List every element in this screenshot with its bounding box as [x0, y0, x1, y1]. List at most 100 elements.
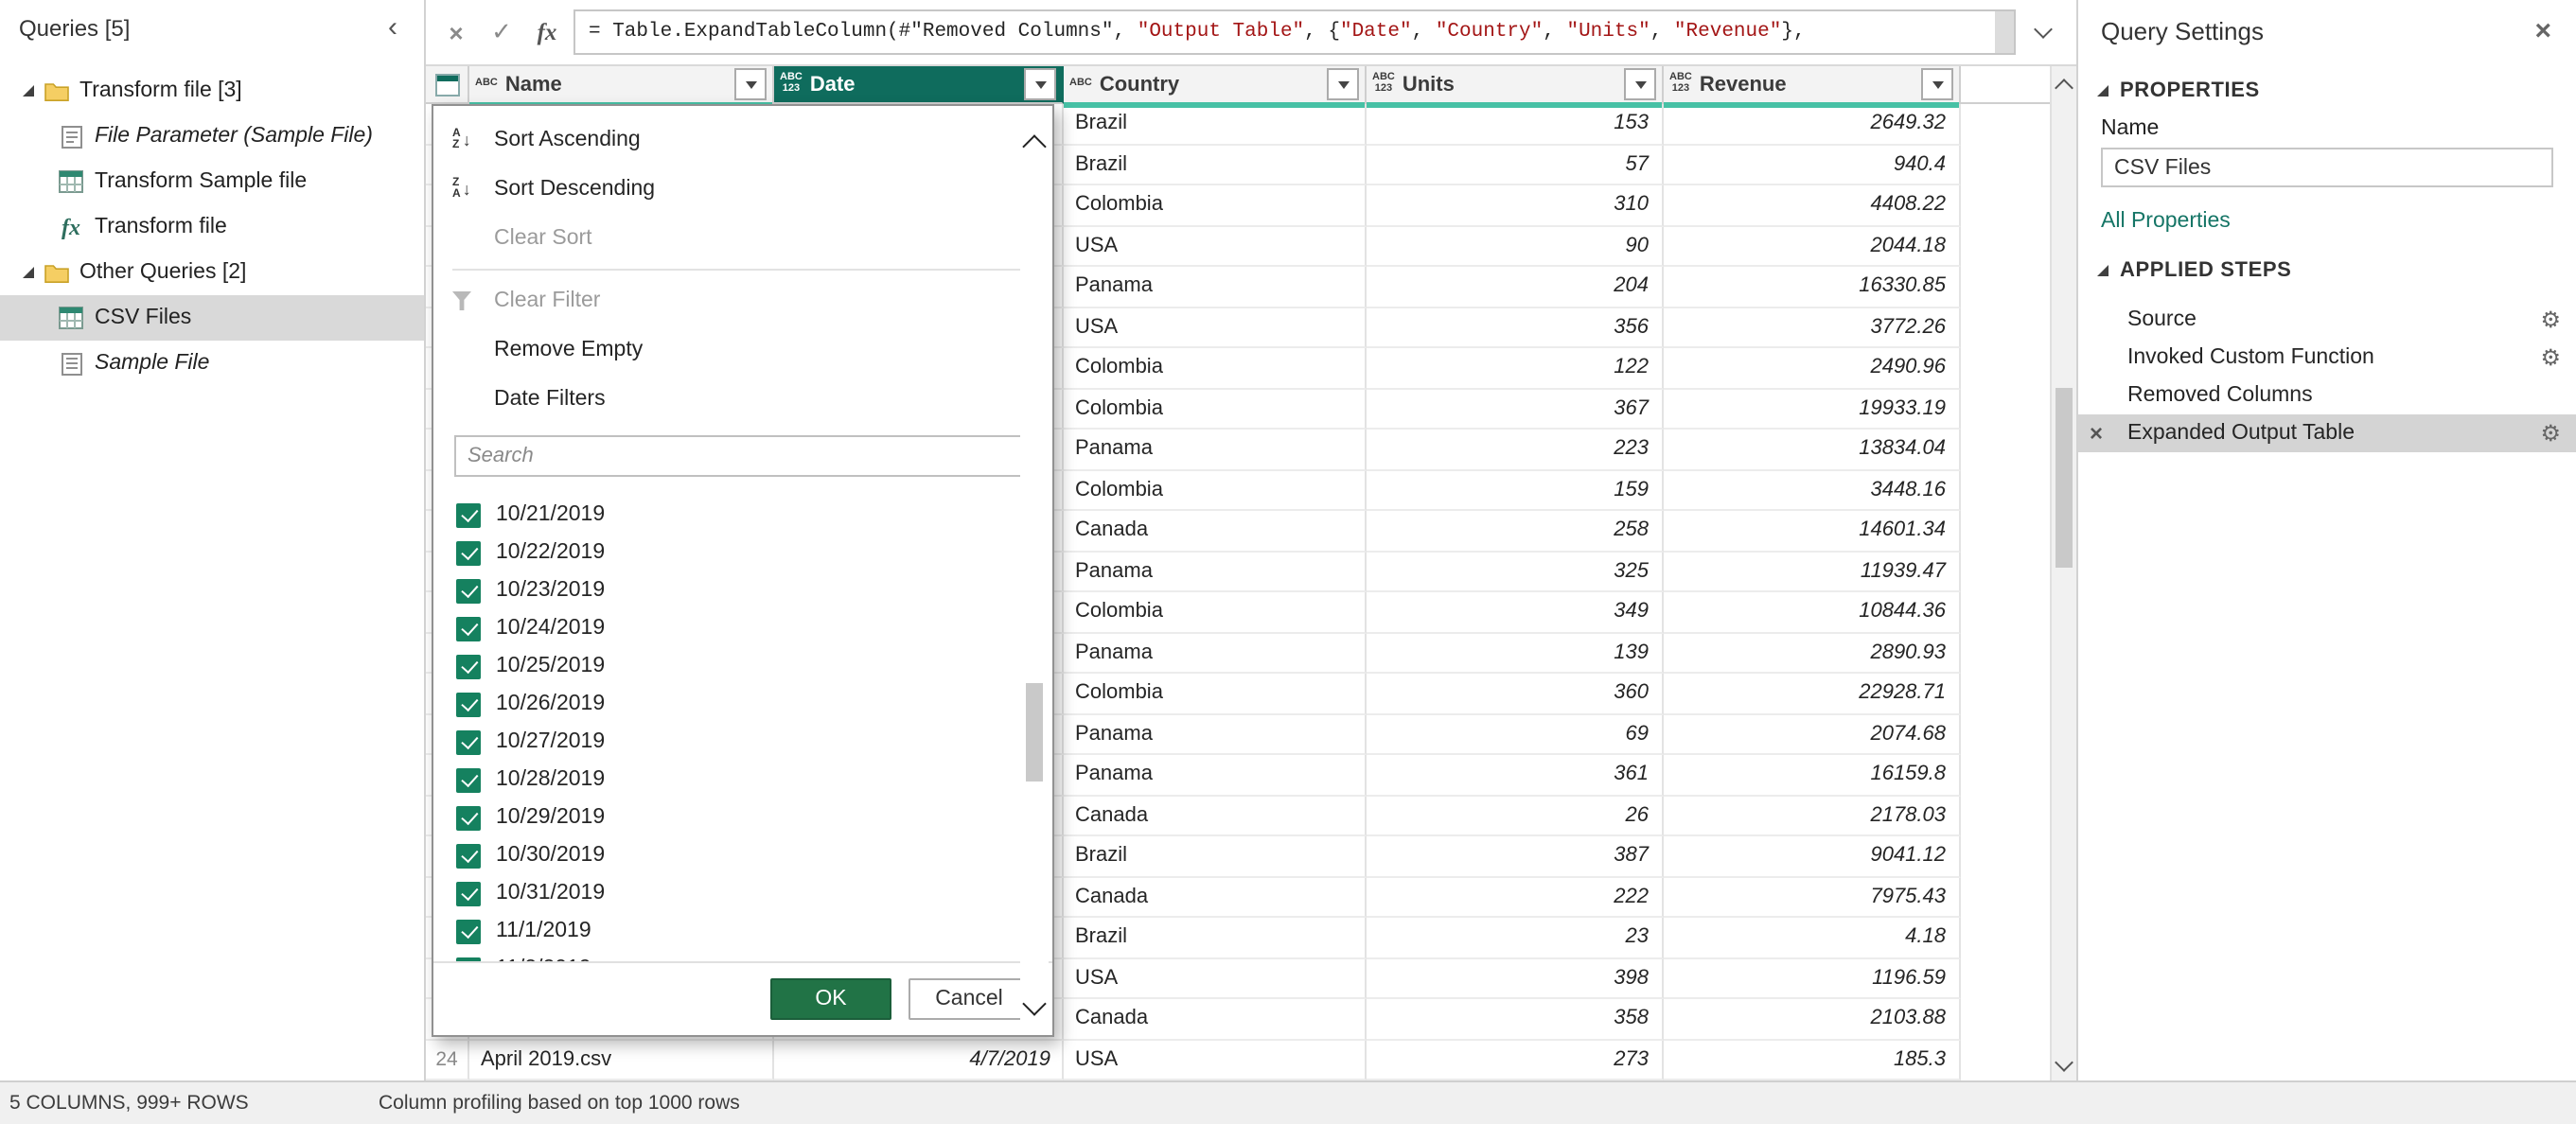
cell-country[interactable]: Colombia [1064, 592, 1367, 633]
step-source[interactable]: Source ⚙ [2078, 301, 2576, 339]
cell-units[interactable]: 360 [1367, 674, 1664, 714]
menu-item-date-filters[interactable]: Date Filters [433, 375, 1052, 424]
cell-country[interactable]: USA [1064, 226, 1367, 267]
tree-folder-transform-file[interactable]: Transform file [3] [0, 68, 424, 114]
checkbox-checked-icon[interactable] [456, 919, 481, 943]
cell-country[interactable]: Panama [1064, 714, 1367, 755]
cell-units[interactable]: 356 [1367, 307, 1664, 348]
properties-section-header[interactable]: PROPERTIES [2078, 53, 2576, 110]
cell-revenue[interactable]: 10844.36 [1664, 592, 1961, 633]
tree-item-csv-files-selected[interactable]: CSV Files [0, 295, 424, 341]
cell-units[interactable]: 349 [1367, 592, 1664, 633]
cell-country[interactable]: Colombia [1064, 470, 1367, 511]
cell-units[interactable]: 223 [1367, 430, 1664, 470]
filter-value-item[interactable]: 10/28/2019 [456, 761, 1052, 799]
filter-value-item[interactable]: 11/1/2019 [456, 912, 1052, 950]
cell-revenue[interactable]: 13834.04 [1664, 430, 1961, 470]
menu-item-sort-descending[interactable]: ZA↓ Sort Descending [433, 165, 1052, 214]
checkbox-checked-icon[interactable] [456, 654, 481, 678]
applied-steps-section-header[interactable]: APPLIED STEPS [2078, 233, 2576, 290]
expanded-arrow-icon[interactable] [23, 267, 34, 278]
cell-country[interactable]: Colombia [1064, 348, 1367, 389]
cell-country[interactable]: Colombia [1064, 674, 1367, 714]
ok-button[interactable]: OK [770, 978, 891, 1020]
grid-vertical-scrollbar[interactable] [2050, 66, 2076, 1082]
cell-country[interactable]: USA [1064, 307, 1367, 348]
cell-name[interactable]: April 2019.csv [469, 1040, 774, 1080]
cell-units[interactable]: 57 [1367, 145, 1664, 185]
cell-revenue[interactable]: 4.18 [1664, 918, 1961, 958]
checkbox-checked-icon[interactable] [456, 616, 481, 641]
cell-revenue[interactable]: 4408.22 [1664, 185, 1961, 226]
cell-country[interactable]: USA [1064, 958, 1367, 999]
cell-revenue[interactable]: 185.3 [1664, 1040, 1961, 1080]
cell-country[interactable]: Brazil [1064, 145, 1367, 185]
menu-item-remove-empty[interactable]: Remove Empty [433, 325, 1052, 375]
cell-country[interactable]: Canada [1064, 796, 1367, 836]
cell-units[interactable]: 159 [1367, 470, 1664, 511]
cell-country[interactable]: USA [1064, 1040, 1367, 1080]
cell-revenue[interactable]: 2490.96 [1664, 348, 1961, 389]
cell-revenue[interactable]: 3772.26 [1664, 307, 1961, 348]
cell-country[interactable]: Brazil [1064, 104, 1367, 145]
checkbox-checked-icon[interactable] [456, 767, 481, 792]
cell-units[interactable]: 139 [1367, 633, 1664, 674]
step-expanded-output-table-selected[interactable]: × Expanded Output Table ⚙ [2078, 414, 2576, 452]
tree-item-transform-sample-file[interactable]: Transform Sample file [0, 159, 424, 204]
cell-units[interactable]: 325 [1367, 552, 1664, 592]
cell-units[interactable]: 310 [1367, 185, 1664, 226]
checkbox-checked-icon[interactable] [456, 843, 481, 868]
cell-country[interactable]: Panama [1064, 755, 1367, 796]
cell-units[interactable]: 90 [1367, 226, 1664, 267]
filter-value-item[interactable]: 10/24/2019 [456, 609, 1052, 647]
gear-icon[interactable]: ⚙ [2540, 422, 2561, 445]
checkbox-checked-icon[interactable] [456, 692, 481, 716]
scroll-down-icon[interactable] [2052, 1050, 2076, 1080]
filter-value-item[interactable]: 10/29/2019 [456, 799, 1052, 836]
step-invoked-custom-function[interactable]: Invoked Custom Function ⚙ [2078, 339, 2576, 377]
cell-units[interactable]: 387 [1367, 836, 1664, 877]
cell-revenue[interactable]: 2890.93 [1664, 633, 1961, 674]
cell-units[interactable]: 358 [1367, 999, 1664, 1040]
scroll-up-icon[interactable] [1020, 125, 1049, 159]
formula-scrollbar[interactable] [1995, 11, 2014, 53]
expanded-arrow-icon[interactable] [23, 85, 34, 97]
filter-dropdown-icon[interactable] [1327, 68, 1359, 100]
tree-item-sample-file[interactable]: Sample File [0, 341, 424, 386]
filter-dropdown-icon[interactable] [734, 68, 767, 100]
fx-icon[interactable]: fx [528, 13, 566, 51]
filter-value-item[interactable]: 10/26/2019 [456, 685, 1052, 723]
cell-units[interactable]: 69 [1367, 714, 1664, 755]
tree-item-file-parameter[interactable]: File Parameter (Sample File) [0, 114, 424, 159]
scrollbar-thumb[interactable] [1026, 682, 1043, 781]
cell-revenue[interactable]: 2103.88 [1664, 999, 1961, 1040]
cell-country[interactable]: Panama [1064, 552, 1367, 592]
all-properties-link[interactable]: All Properties [2078, 187, 2576, 233]
gear-icon[interactable]: ⚙ [2540, 346, 2561, 369]
cell-units[interactable]: 273 [1367, 1040, 1664, 1080]
cell-revenue[interactable]: 940.4 [1664, 145, 1961, 185]
cell-revenue[interactable]: 14601.34 [1664, 511, 1961, 552]
filter-value-item[interactable]: 10/27/2019 [456, 723, 1052, 761]
select-all-corner[interactable] [426, 66, 469, 104]
cell-units[interactable]: 398 [1367, 958, 1664, 999]
filter-value-item[interactable]: 10/31/2019 [456, 874, 1052, 912]
cell-units[interactable]: 122 [1367, 348, 1664, 389]
cell-units[interactable]: 26 [1367, 796, 1664, 836]
checkbox-checked-icon[interactable] [456, 578, 481, 603]
table-row[interactable]: 24 April 2019.csv 4/7/2019 USA 273 185.3 [426, 1040, 2052, 1080]
filter-dropdown-icon[interactable] [1024, 68, 1056, 100]
filter-value-item[interactable]: 10/30/2019 [456, 836, 1052, 874]
cell-revenue[interactable]: 2178.03 [1664, 796, 1961, 836]
delete-step-icon[interactable]: × [2090, 422, 2103, 445]
menu-item-sort-ascending[interactable]: AZ↓ Sort Ascending [433, 115, 1052, 165]
cancel-button[interactable]: Cancel [909, 978, 1030, 1020]
cell-revenue[interactable]: 16159.8 [1664, 755, 1961, 796]
column-header-revenue[interactable]: ABC123 Revenue [1664, 66, 1961, 104]
cell-revenue[interactable]: 1196.59 [1664, 958, 1961, 999]
cell-revenue[interactable]: 22928.71 [1664, 674, 1961, 714]
cell-country[interactable]: Brazil [1064, 918, 1367, 958]
cell-date[interactable]: 4/7/2019 [774, 1040, 1064, 1080]
tree-item-transform-file[interactable]: fx Transform file [0, 204, 424, 250]
cell-revenue[interactable]: 9041.12 [1664, 836, 1961, 877]
